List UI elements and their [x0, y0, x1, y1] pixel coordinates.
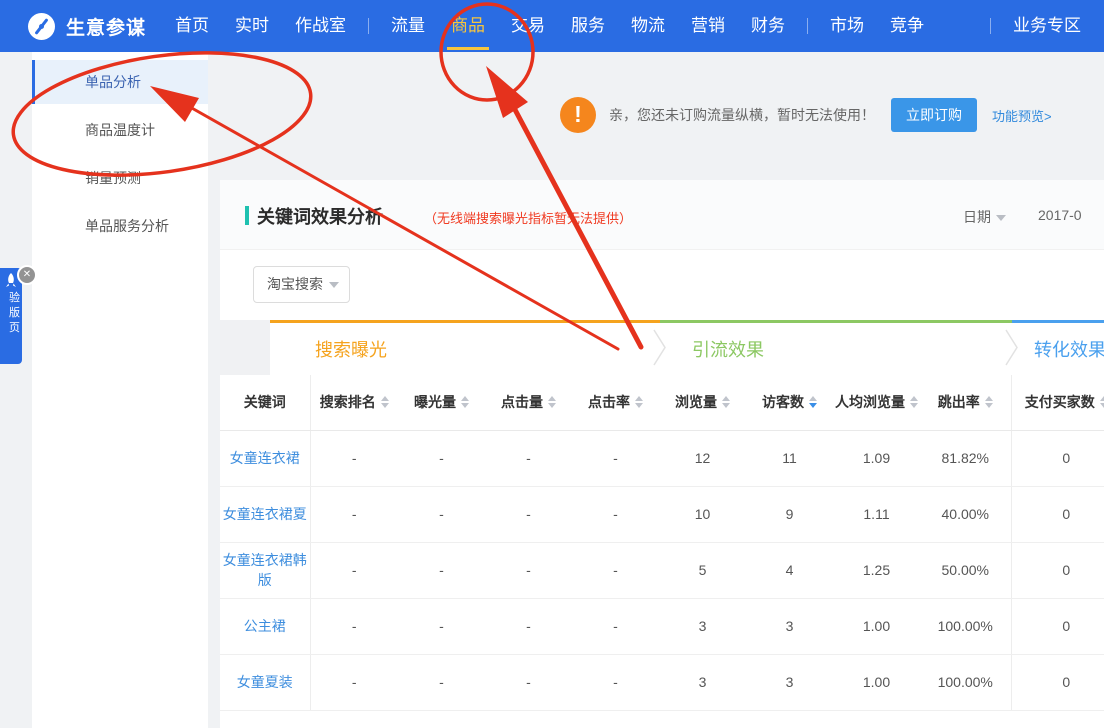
promo-banner[interactable]: 验 版 页 — [0, 268, 22, 364]
keyword-analysis-card: 关键词效果分析 （无线端搜索曝光指标暂无法提供） 日期 2017-0 淘宝搜索 … — [220, 180, 1104, 728]
nav-item-business-zone[interactable]: 业务专区 — [1000, 0, 1094, 52]
promo-char: 页 — [0, 321, 22, 336]
nav-item-logistics[interactable]: 物流 — [618, 0, 678, 52]
table-row: 女童连衣裙夏 - - - - 10 9 1.11 40.00% 0 — [220, 486, 1104, 542]
search-type-select[interactable]: 淘宝搜索 — [253, 266, 350, 303]
card-header: 关键词效果分析 （无线端搜索曝光指标暂无法提供） 日期 2017-0 — [220, 180, 1104, 250]
keyword-link[interactable]: 女童夏装 — [237, 674, 293, 690]
group-divider-chevron — [1005, 320, 1019, 375]
sidebar: 单品分析 商品温度计 销量预测 单品服务分析 — [32, 52, 208, 728]
app-page: 生意参谋 首页 实时 作战室 流量 商品 交易 服务 物流 营销 财务 市场 竞… — [0, 0, 1104, 728]
group-conversion-effect: 转化效果 — [1012, 320, 1104, 375]
sort-icon — [381, 396, 389, 408]
nav-item-marketing[interactable]: 营销 — [678, 0, 738, 52]
sort-icon — [461, 396, 469, 408]
promo-char: 验 — [0, 291, 22, 306]
rocket-icon — [4, 273, 18, 289]
column-header-clicks[interactable]: 点击量 — [485, 375, 572, 430]
sort-icon — [548, 396, 556, 408]
nav-divider — [807, 18, 808, 34]
column-header-keyword: 关键词 — [220, 375, 310, 430]
title-accent-bar — [245, 206, 249, 225]
brand[interactable]: 生意参谋 — [28, 13, 146, 40]
nav-item-home[interactable]: 首页 — [162, 0, 222, 52]
sort-icon — [1100, 396, 1104, 408]
nav-item-competition[interactable]: 竞争 — [877, 0, 937, 52]
sidebar-item-product-thermometer[interactable]: 商品温度计 — [32, 108, 208, 152]
nav-item-product[interactable]: 商品 — [438, 0, 498, 52]
keyword-table: 搜索曝光 引流效果 转化效果 关键词 搜索排名 曝光量 点击量 — [220, 320, 1104, 711]
sidebar-item-item-analysis[interactable]: 单品分析 — [32, 60, 208, 104]
keyword-link[interactable]: 公主裙 — [244, 618, 286, 634]
nav-item-market[interactable]: 市场 — [817, 0, 877, 52]
nav-item-warroom[interactable]: 作战室 — [282, 0, 359, 52]
nav-item-service[interactable]: 服务 — [558, 0, 618, 52]
close-icon[interactable]: ✕ — [17, 265, 37, 285]
sidebar-item-sales-forecast[interactable]: 销量预测 — [32, 156, 208, 200]
group-divider-chevron — [653, 320, 667, 375]
table-row: 公主裙 - - - - 3 3 1.00 100.00% 0 — [220, 598, 1104, 654]
sort-icon — [635, 396, 643, 408]
nav-divider — [368, 18, 369, 34]
table-group-header: 搜索曝光 引流效果 转化效果 — [220, 320, 1104, 375]
column-header-visitors[interactable]: 访客数 — [746, 375, 833, 430]
card-subtitle: （无线端搜索曝光指标暂无法提供） — [424, 208, 632, 227]
group-keyword-spacer — [220, 320, 270, 375]
table-row: 女童连衣裙韩版 - - - - 5 4 1.25 50.00% 0 — [220, 542, 1104, 598]
nav-divider — [990, 18, 991, 34]
card-title: 关键词效果分析 — [257, 203, 383, 229]
nav-item-traffic[interactable]: 流量 — [378, 0, 438, 52]
feature-preview-link[interactable]: 功能预览> — [992, 106, 1052, 125]
date-value: 2017-0 — [1038, 207, 1082, 223]
group-search-exposure: 搜索曝光 — [270, 320, 660, 375]
sidebar-item-item-service-analysis[interactable]: 单品服务分析 — [32, 204, 208, 248]
column-header-pageviews[interactable]: 浏览量 — [659, 375, 746, 430]
column-header-paying-buyers[interactable]: 支付买家数 — [1011, 375, 1104, 430]
group-traffic-effect: 引流效果 — [660, 320, 1012, 375]
nav-items: 首页 实时 作战室 流量 商品 交易 服务 物流 营销 财务 市场 竞争 业务专… — [162, 0, 1104, 52]
column-header-bounce-rate[interactable]: 跳出率 — [920, 375, 1011, 430]
chevron-down-icon — [329, 282, 339, 288]
column-header-avg-pageviews[interactable]: 人均浏览量 — [833, 375, 920, 430]
logo-icon — [28, 13, 55, 40]
keyword-link[interactable]: 女童连衣裙夏 — [223, 506, 307, 522]
top-navbar: 生意参谋 首页 实时 作战室 流量 商品 交易 服务 物流 营销 财务 市场 竞… — [0, 0, 1104, 52]
search-type-value: 淘宝搜索 — [267, 276, 323, 292]
subscription-notice: ! 亲，您还未订购流量纵横，暂时无法使用！ 立即订购 功能预览> — [560, 95, 1052, 135]
chevron-down-icon — [996, 215, 1006, 221]
sort-icon — [910, 396, 918, 408]
nav-item-finance[interactable]: 财务 — [738, 0, 798, 52]
sort-icon — [722, 396, 730, 408]
annotation-arrowhead-product — [486, 66, 528, 118]
warning-icon: ! — [560, 97, 596, 133]
nav-item-realtime[interactable]: 实时 — [222, 0, 282, 52]
sort-icon — [985, 396, 993, 408]
date-filter[interactable]: 日期 — [963, 207, 1006, 227]
column-header-exposure[interactable]: 曝光量 — [398, 375, 485, 430]
table-row: 女童夏装 - - - - 3 3 1.00 100.00% 0 — [220, 654, 1104, 710]
brand-name: 生意参谋 — [66, 13, 146, 40]
keyword-link[interactable]: 女童连衣裙 — [230, 450, 300, 466]
column-header-search-rank[interactable]: 搜索排名 — [310, 375, 398, 430]
table-row: 女童连衣裙 - - - - 12 11 1.09 81.82% 0 — [220, 430, 1104, 486]
keyword-link[interactable]: 女童连衣裙韩版 — [223, 552, 307, 588]
date-filter-label: 日期 — [963, 209, 991, 225]
sort-icon-active-desc — [809, 396, 817, 408]
column-header-ctr[interactable]: 点击率 — [572, 375, 659, 430]
notice-text: 亲，您还未订购流量纵横，暂时无法使用！ — [609, 105, 875, 125]
promo-char: 版 — [0, 306, 22, 321]
order-now-button[interactable]: 立即订购 — [891, 98, 977, 132]
table-header-row: 关键词 搜索排名 曝光量 点击量 点击率 浏览量 访客数 人均浏览量 跳出率 支… — [220, 375, 1104, 430]
nav-item-trade[interactable]: 交易 — [498, 0, 558, 52]
